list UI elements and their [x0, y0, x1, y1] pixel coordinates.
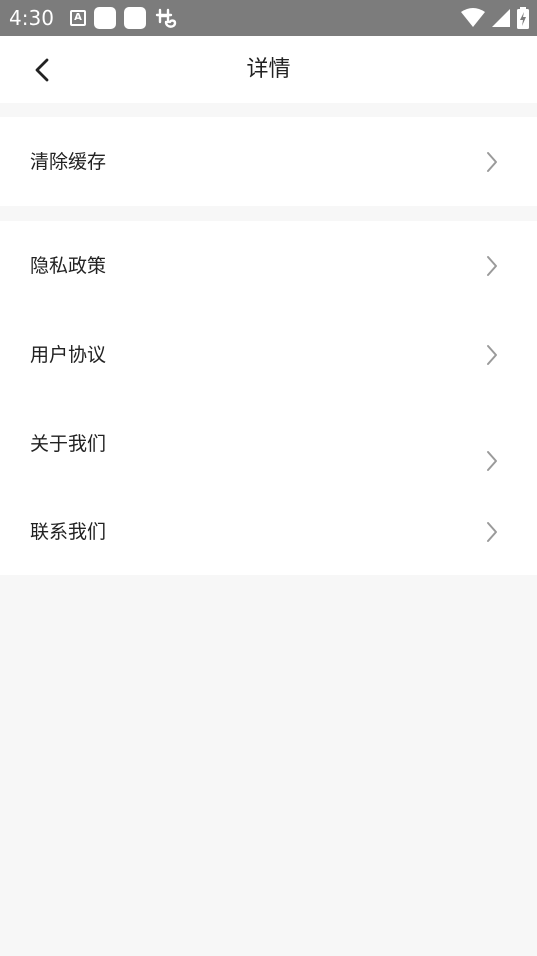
square-icon: [124, 7, 146, 29]
square-icon: [94, 7, 116, 29]
chevron-right-icon: [487, 451, 497, 471]
wifi-icon: [461, 8, 485, 27]
user-agreement-item[interactable]: 用户协议: [0, 310, 537, 399]
app-bar: 详情: [0, 36, 537, 103]
contact-us-item[interactable]: 联系我们: [0, 487, 537, 575]
page-title: 详情: [246, 57, 291, 82]
chevron-right-icon: [487, 256, 497, 276]
chevron-right-icon: [487, 345, 497, 365]
clear-cache-item[interactable]: 清除缓存: [0, 117, 537, 206]
status-system-icons: [461, 7, 529, 29]
clear-cache-label: 清除缓存: [30, 151, 107, 173]
privacy-policy-label: 隐私政策: [30, 255, 107, 277]
about-us-item[interactable]: 关于我们: [0, 399, 537, 487]
chevron-right-icon: [487, 152, 497, 172]
signal-icon: [492, 9, 510, 27]
battery-charging-icon: [517, 7, 529, 29]
status-time: 4:30: [9, 6, 54, 30]
settings-group-cache: 清除缓存: [0, 117, 537, 206]
about-us-label: 关于我们: [30, 433, 107, 455]
status-notification-icons: A: [70, 7, 178, 29]
chevron-right-icon: [487, 522, 497, 542]
contact-us-label: 联系我们: [30, 521, 107, 543]
privacy-policy-item[interactable]: 隐私政策: [0, 221, 537, 310]
status-bar: 4:30 A: [0, 0, 537, 36]
a-icon: A: [70, 10, 86, 26]
settings-group-info: 隐私政策 用户协议 关于我们 联系我们: [0, 221, 537, 575]
bug-icon: [155, 8, 177, 28]
user-agreement-label: 用户协议: [30, 344, 107, 366]
